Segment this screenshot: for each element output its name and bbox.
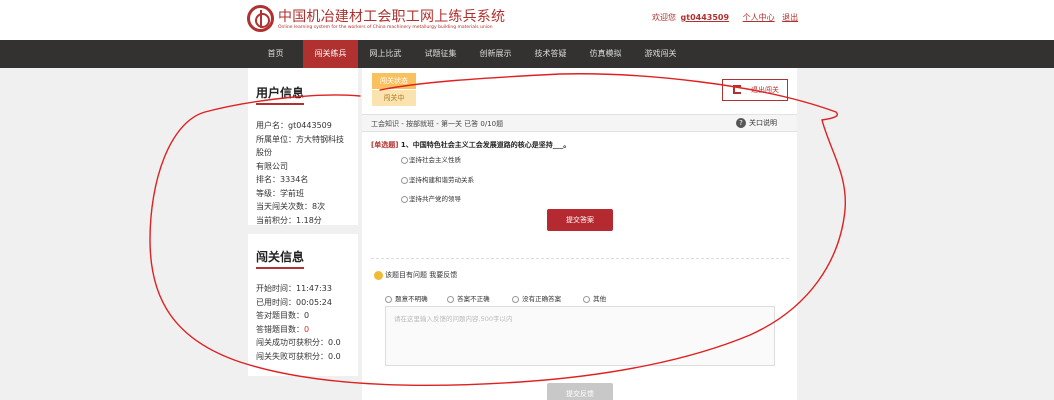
info-username: 用户名：gt0443509 (256, 121, 332, 130)
submit-answer-button[interactable]: 提交答案 (547, 209, 613, 231)
info-success-points: 闯关成功可获积分：0.0 (256, 338, 341, 347)
smile-icon (374, 270, 383, 280)
status-label: 闯关状态 (372, 73, 416, 89)
info-elapsed: 已用时间：00:05:24 (256, 297, 332, 307)
divider (371, 258, 789, 259)
option-3[interactable]: 坚持共产党的领导 (401, 193, 461, 203)
exit-level-label: 退出闯关 (751, 86, 779, 94)
main-content: 闯关状态 闯关中 退出闯关 工会知识 - 按部就班 - 第一关 已答 0/10题… (362, 68, 797, 400)
username-link[interactable]: gt0443509 (681, 13, 730, 22)
main-nav: 首页 闯关练兵 网上比武 试题征集 创新展示 技术答疑 仿真模拟 游戏闯关 (0, 40, 1054, 68)
level-info-panel: 闯关信息 开始时间：11:47:33 已用时间：00:05:24 答对题目数：0… (248, 234, 358, 376)
question-bar: 工会知识 - 按部就班 - 第一关 已答 0/10题 ? 关口说明 (362, 114, 797, 132)
help-circle-icon: ? (736, 118, 746, 128)
exit-level-button[interactable]: 退出闯关 (722, 79, 788, 101)
nav-home[interactable]: 首页 (248, 40, 303, 68)
info-unit-cont: 有限公司 (256, 161, 288, 171)
feedback-option-4[interactable]: 其他 (583, 293, 606, 303)
option-1-radio[interactable] (401, 156, 408, 164)
help-link[interactable]: ? 关口说明 (736, 118, 777, 128)
user-bar: 欢迎您 gt0443509 个人中心 退出 (652, 12, 798, 23)
personal-center-link[interactable]: 个人中心 (743, 13, 775, 22)
feedback-option-3[interactable]: 没有正确答案 (512, 293, 561, 303)
level-info-heading: 闯关信息 (256, 248, 305, 269)
question-type: [单选题] (371, 141, 399, 149)
nav-innovation[interactable]: 创新展示 (468, 40, 523, 68)
welcome-text: 欢迎您 (652, 13, 676, 22)
info-attempts: 当天闯关次数：8次 (256, 202, 326, 211)
nav-question-collection[interactable]: 试题征集 (413, 40, 468, 68)
question-body: 1、中国特色社会主义工会发展道路的核心是坚持___。 (398, 141, 571, 149)
nav-game[interactable]: 游戏闯关 (633, 40, 688, 68)
feedback-option-2-radio[interactable] (447, 295, 454, 303)
feedback-option-4-radio[interactable] (583, 295, 590, 303)
feedback-textarea[interactable]: 请在这里输入反馈的问题内容,500字以内 (385, 306, 775, 366)
logo-emblem-icon[interactable] (247, 5, 274, 32)
site-subtitle: Online learning system for the workers o… (278, 25, 493, 30)
nav-tech-qa[interactable]: 技术答疑 (523, 40, 578, 68)
option-2-label: 坚持构建和谐劳动关系 (409, 176, 474, 184)
info-unit: 所属单位：方大特钢科技股份 (256, 134, 344, 158)
feedback-option-3-radio[interactable] (512, 295, 519, 303)
info-start-time: 开始时间：11:47:33 (256, 284, 332, 293)
user-info-heading: 用户信息 (256, 84, 305, 105)
breadcrumb: 工会知识 - 按部就班 - 第一关 已答 0/10题 (371, 120, 504, 128)
nav-online-contest[interactable]: 网上比武 (358, 40, 413, 68)
info-wrong-value: 0 (304, 324, 310, 334)
info-points: 当前积分：1.18分 (256, 215, 322, 225)
question-text: [单选题] 1、中国特色社会主义工会发展道路的核心是坚持___。 (371, 140, 570, 150)
info-rank: 排名：3334名 (256, 175, 309, 184)
option-1-label: 坚持社会主义性质 (409, 156, 461, 164)
submit-feedback-button[interactable]: 提交反馈 (547, 383, 613, 400)
feedback-title: 该题目有问题 我要反馈 (374, 270, 457, 280)
feedback-option-4-label: 其他 (593, 295, 607, 303)
feedback-option-2-label: 答案不正确 (457, 295, 490, 303)
info-wrong-label: 答错题目数： (256, 324, 304, 334)
option-1[interactable]: 坚持社会主义性质 (401, 154, 461, 164)
exit-door-icon (733, 85, 741, 94)
feedback-option-3-label: 没有正确答案 (522, 295, 562, 303)
nav-simulation[interactable]: 仿真模拟 (578, 40, 633, 68)
info-level: 等级：学前班 (256, 188, 304, 198)
site-header: 中国机冶建材工会职工网上练兵系统 Online learning system … (0, 0, 1054, 40)
option-2[interactable]: 坚持构建和谐劳动关系 (401, 174, 474, 184)
logout-link[interactable]: 退出 (782, 13, 798, 22)
user-info-panel: 用户信息 用户名：gt0443509 所属单位：方大特钢科技股份 有限公司 排名… (248, 68, 358, 225)
status-value: 闯关中 (372, 90, 416, 106)
feedback-option-1-label: 题意不明确 (395, 295, 428, 303)
feedback-option-2[interactable]: 答案不正确 (447, 293, 490, 303)
feedback-title-text: 该题目有问题 我要反馈 (385, 271, 458, 279)
info-wrong: 答错题目数：0 (256, 323, 350, 337)
info-fail-points: 闯关失败可获积分：0.0 (256, 351, 341, 361)
feedback-option-1-radio[interactable] (385, 295, 392, 303)
option-2-radio[interactable] (401, 176, 408, 184)
site-title: 中国机冶建材工会职工网上练兵系统 (278, 9, 506, 25)
nav-level-practice[interactable]: 闯关练兵 (303, 40, 358, 68)
option-3-label: 坚持共产党的领导 (409, 195, 461, 203)
feedback-option-1[interactable]: 题意不明确 (385, 293, 428, 303)
help-label: 关口说明 (749, 119, 777, 127)
option-3-radio[interactable] (401, 195, 408, 203)
info-correct: 答对题目数：0 (256, 311, 310, 320)
